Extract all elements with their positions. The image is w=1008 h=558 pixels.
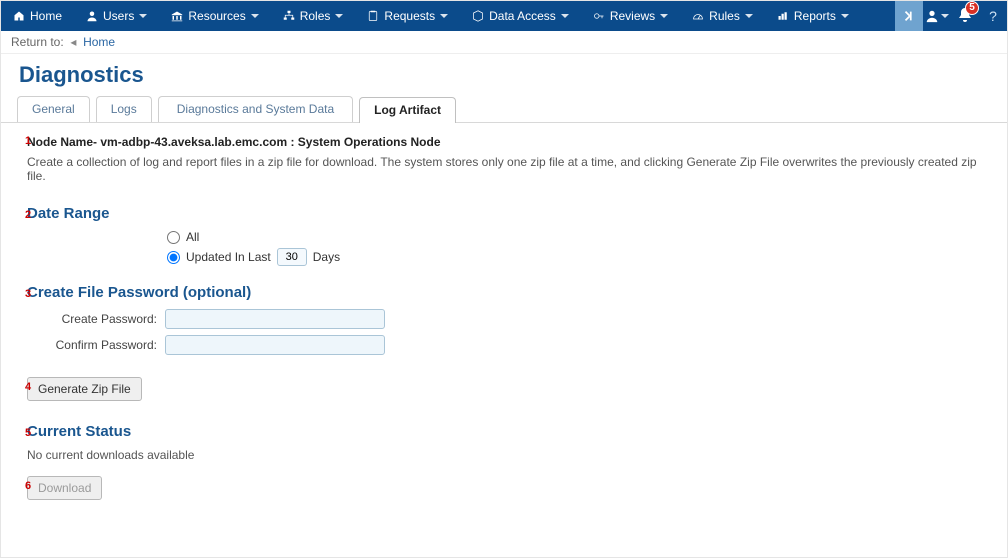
help-icon: ? [989,8,997,24]
nav-resources[interactable]: Resources [159,1,270,31]
password-block: 3 Create File Password (optional) Create… [19,284,989,355]
user-icon [86,10,98,22]
tab-general[interactable]: General [17,96,90,122]
node-name-line: Node Name- vm-adbp-43.aveksa.lab.emc.com… [27,135,989,149]
nav-user-menu[interactable] [923,1,951,31]
confirm-password-input[interactable] [165,335,385,355]
status-title: Current Status [27,423,989,440]
nav-data-access[interactable]: Data Access [460,1,581,31]
nav-notifications[interactable]: 5 [951,1,979,31]
content-area: 1 Node Name- vm-adbp-43.aveksa.lab.emc.c… [1,123,1007,526]
top-nav: Home Users Resources Roles Requests Data… [1,1,1007,31]
annotation-1: 1 [25,135,31,147]
chart-icon [777,10,789,22]
chevron-down-icon [440,14,448,18]
date-range-updated-row: Updated In Last Days [167,248,989,266]
breadcrumb-link-home[interactable]: Home [83,35,115,49]
date-range-updated-radio[interactable] [167,251,180,264]
create-password-label: Create Password: [27,312,157,326]
nav-home-label: Home [30,9,62,23]
chevron-down-icon [251,14,259,18]
date-range-updated-label: Updated In Last [186,250,271,264]
breadcrumb-prefix: Return to: [11,35,64,49]
chevron-down-icon [941,14,949,18]
annotation-5: 5 [25,427,31,439]
chevron-down-icon [139,14,147,18]
nav-users-label: Users [103,9,134,23]
date-range-block: 2 Date Range All Updated In Last Days [19,205,989,266]
chevron-down-icon [335,14,343,18]
node-info-block: 1 Node Name- vm-adbp-43.aveksa.lab.emc.c… [19,135,989,183]
breadcrumb: Return to: ◂ Home [1,31,1007,54]
nav-rules-label: Rules [709,9,740,23]
annotation-3: 3 [25,288,31,300]
download-button[interactable]: Download [27,476,102,500]
chevron-down-icon [841,14,849,18]
nav-overflow[interactable] [895,1,923,31]
nav-roles-label: Roles [300,9,331,23]
chevron-down-icon [561,14,569,18]
generate-zip-button[interactable]: Generate Zip File [27,377,142,401]
page-title: Diagnostics [1,54,1007,96]
nav-home[interactable]: Home [1,1,74,31]
date-range-all-radio[interactable] [167,231,180,244]
date-range-all-label: All [186,230,199,244]
download-block: 6 Download [19,476,989,500]
nav-roles[interactable]: Roles [271,1,356,31]
nav-reports[interactable]: Reports [765,1,861,31]
days-input[interactable] [277,248,307,266]
bank-icon [171,10,183,22]
generate-block: 4 Generate Zip File [19,377,989,401]
chevron-down-icon [745,14,753,18]
annotation-6: 6 [25,480,31,492]
annotation-4: 4 [25,381,31,393]
days-suffix: Days [313,250,340,264]
nav-requests[interactable]: Requests [355,1,460,31]
home-icon [13,10,25,22]
nav-reports-label: Reports [794,9,836,23]
nav-right-tools: 5 ? [895,1,1007,31]
org-icon [283,10,295,22]
tab-bar: General Logs Diagnostics and System Data… [1,96,1007,123]
password-title: Create File Password (optional) [27,284,989,301]
notification-badge: 5 [965,1,979,15]
status-text: No current downloads available [27,448,989,462]
nav-requests-label: Requests [384,9,435,23]
nav-dataaccess-label: Data Access [489,9,556,23]
nav-reviews[interactable]: Reviews [581,1,680,31]
cube-icon [472,10,484,22]
annotation-2: 2 [25,209,31,221]
nav-reviews-label: Reviews [610,9,655,23]
tab-diagnostics-data[interactable]: Diagnostics and System Data [158,96,353,122]
breadcrumb-sep-icon: ◂ [67,35,80,49]
nav-help[interactable]: ? [979,1,1007,31]
clipboard-icon [367,10,379,22]
confirm-password-label: Confirm Password: [27,338,157,352]
nav-resources-label: Resources [188,9,245,23]
tab-logs[interactable]: Logs [96,96,152,122]
date-range-all-row: All [167,230,989,244]
nav-rules[interactable]: Rules [680,1,765,31]
key-icon [593,10,605,22]
chevron-down-icon [660,14,668,18]
status-block: 5 Current Status No current downloads av… [19,423,989,462]
nav-users[interactable]: Users [74,1,159,31]
date-range-title: Date Range [27,205,989,222]
create-password-input[interactable] [165,309,385,329]
tab-log-artifact[interactable]: Log Artifact [359,97,456,123]
node-description: Create a collection of log and report fi… [27,155,989,183]
gauge-icon [692,10,704,22]
